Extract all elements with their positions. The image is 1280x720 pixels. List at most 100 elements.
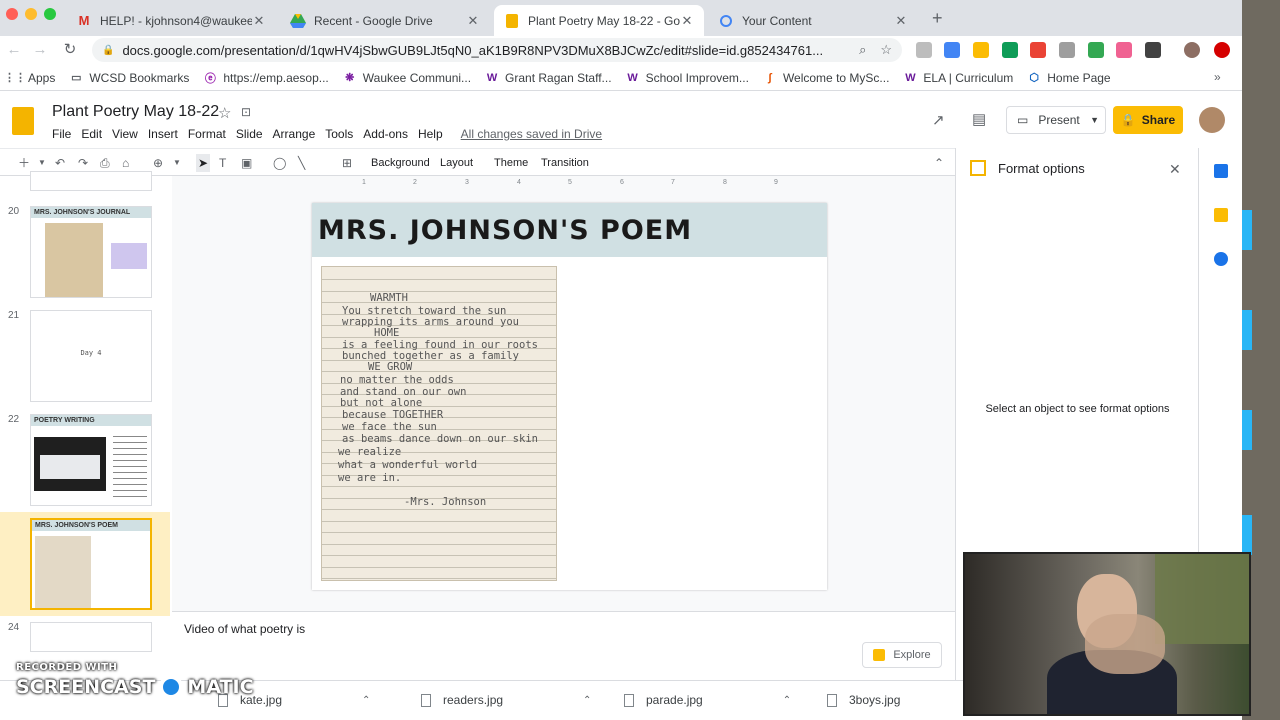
present-button[interactable]: ▭ Present ▼ (1006, 106, 1106, 134)
handwritten-poem-image[interactable]: WARMTH You stretch toward the sun wrappi… (321, 266, 557, 581)
line-icon[interactable]: ╲ (298, 154, 305, 172)
slide-thumbnail-selected[interactable]: MRS. JOHNSON'S POEM (30, 518, 152, 610)
collapse-chevron-up-icon[interactable]: ⌃ (934, 154, 944, 172)
menu-slide[interactable]: Slide (236, 127, 263, 141)
reload-icon[interactable]: ↻ (60, 40, 80, 60)
speaker-notes-text[interactable]: Video of what poetry is (184, 622, 305, 636)
menu-file[interactable]: File (52, 127, 71, 141)
chevron-up-icon[interactable]: ⌃ (583, 695, 591, 706)
download-item[interactable]: 3boys.jpg (827, 693, 900, 707)
chevron-up-icon[interactable]: ⌃ (362, 695, 370, 706)
bookmark-apps[interactable]: ⋮⋮ Apps (4, 71, 55, 85)
slide-thumbnail[interactable] (30, 171, 152, 191)
new-slide-icon[interactable]: ＋ (18, 154, 30, 172)
bookmarks-overflow-icon[interactable]: » (1214, 70, 1221, 84)
extension-green-icon[interactable] (1088, 42, 1104, 58)
current-slide[interactable]: MRS. JOHNSON'S POEM WARMTH You stretch t… (312, 203, 827, 590)
slide-thumbnail[interactable]: Day 4 (30, 310, 152, 402)
keep-icon[interactable] (1214, 208, 1228, 222)
menu-help[interactable]: Help (418, 127, 443, 141)
text-box-icon[interactable]: T (219, 154, 226, 172)
window-close-button[interactable] (6, 8, 18, 20)
extension-pink-icon[interactable] (1116, 42, 1132, 58)
layout-button[interactable]: Layout (440, 154, 473, 172)
menu-addons[interactable]: Add-ons (363, 127, 408, 141)
transition-button[interactable]: Transition (541, 154, 589, 172)
browser-tab-drive[interactable]: Recent - Google Drive ✕ (280, 5, 490, 36)
activity-trend-icon[interactable]: ↗ (932, 111, 945, 129)
tasks-icon[interactable] (1214, 252, 1228, 266)
window-minimize-button[interactable] (25, 8, 37, 20)
menu-tools[interactable]: Tools (325, 127, 353, 141)
image-icon[interactable]: ▣ (241, 154, 252, 172)
new-tab-button[interactable]: + (932, 8, 943, 29)
extension-docs-icon[interactable] (944, 42, 960, 58)
bookmark-star-icon[interactable]: ☆ (880, 42, 892, 58)
zoom-icon[interactable]: ⊕ (153, 154, 163, 172)
print-icon[interactable]: ⎙ (100, 154, 110, 172)
download-item[interactable]: parade.jpg ⌃ (624, 693, 791, 707)
forward-arrow-icon[interactable]: → (30, 40, 50, 60)
window-zoom-button[interactable] (44, 8, 56, 20)
bookmark-ela[interactable]: W ELA | Curriculum (903, 71, 1013, 85)
comments-icon[interactable]: ▤ (972, 110, 986, 128)
move-folder-icon[interactable]: ⊡ (241, 105, 251, 119)
extension-slides-icon[interactable] (973, 42, 989, 58)
star-icon[interactable]: ☆ (218, 104, 231, 122)
address-bar[interactable]: 🔒 docs.google.com/presentation/d/1qwHV4j… (92, 38, 902, 62)
menu-edit[interactable]: Edit (81, 127, 102, 141)
undo-icon[interactable]: ↶ (55, 154, 65, 172)
extension-send-icon[interactable] (1145, 42, 1161, 58)
profile-avatar[interactable] (1184, 42, 1200, 58)
menu-insert[interactable]: Insert (148, 127, 178, 141)
redo-icon[interactable]: ↷ (78, 154, 88, 172)
browser-tab-your-content[interactable]: Your Content ✕ (708, 5, 918, 36)
background-button[interactable]: Background (371, 154, 430, 172)
extension-grid-icon[interactable] (1059, 42, 1075, 58)
extension-sheets-icon[interactable] (1002, 42, 1018, 58)
close-tab-icon[interactable]: ✕ (252, 13, 266, 29)
theme-button[interactable]: Theme (494, 154, 528, 172)
bookmark-school-improvement[interactable]: W School Improvem... (626, 71, 749, 85)
bookmark-wcsd[interactable]: ▭ WCSD Bookmarks (69, 71, 189, 85)
slide-title[interactable]: MRS. JOHNSON'S POEM (318, 215, 692, 246)
shape-icon[interactable]: ◯ (273, 154, 286, 172)
close-tab-icon[interactable]: ✕ (466, 13, 480, 29)
bookmark-myschool[interactable]: ∫ Welcome to MySc... (763, 71, 889, 85)
calendar-icon[interactable] (1214, 164, 1228, 178)
bookmark-aesop[interactable]: ⓔ https://emp.aesop... (203, 71, 329, 85)
bookmark-grant-ragan[interactable]: W Grant Ragan Staff... (485, 71, 612, 85)
close-tab-icon[interactable]: ✕ (894, 13, 908, 29)
chevron-up-icon[interactable]: ⌃ (783, 695, 791, 706)
slide-thumbnail[interactable]: MRS. JOHNSON'S JOURNAL (30, 206, 152, 298)
user-avatar[interactable] (1199, 107, 1225, 133)
bookmark-waukee[interactable]: ❋ Waukee Communi... (343, 71, 471, 85)
slide-thumbnail[interactable]: POETRY WRITING (30, 414, 152, 506)
extension-k-icon[interactable] (916, 42, 932, 58)
chevron-down-icon[interactable]: ▼ (38, 154, 46, 172)
zoom-icon[interactable]: ⌕ (859, 42, 866, 58)
back-arrow-icon[interactable]: ← (4, 40, 24, 60)
save-status[interactable]: All changes saved in Drive (461, 127, 602, 141)
add-comment-icon[interactable]: ⊞ (342, 154, 352, 172)
chevron-down-icon[interactable]: ▼ (173, 154, 181, 172)
extension-red-icon[interactable] (1214, 42, 1230, 58)
slide-thumbnail[interactable] (30, 622, 152, 652)
share-button[interactable]: 🔒 Share (1113, 106, 1183, 134)
menu-view[interactable]: View (112, 127, 138, 141)
speaker-notes[interactable]: Video of what poetry is Explore (172, 611, 955, 680)
close-tab-icon[interactable]: ✕ (680, 13, 694, 29)
browser-tab-slides[interactable]: Plant Poetry May 18-22 - Goog ✕ (494, 5, 704, 36)
menu-arrange[interactable]: Arrange (273, 127, 316, 141)
explore-button[interactable]: Explore (862, 642, 942, 668)
download-item[interactable]: readers.jpg ⌃ (421, 693, 591, 707)
extension-photos-icon[interactable] (1030, 42, 1046, 58)
close-icon[interactable]: ✕ (1169, 161, 1181, 178)
document-title[interactable]: Plant Poetry May 18-22 (52, 103, 219, 121)
select-cursor-icon[interactable]: ➤ (196, 154, 210, 172)
browser-tab-gmail[interactable]: M HELP! - kjohnson4@waukeesch ✕ (66, 5, 276, 36)
slides-logo-icon[interactable] (12, 107, 34, 135)
chevron-down-icon[interactable]: ▼ (1090, 115, 1099, 125)
paint-format-icon[interactable]: ⌂ (122, 154, 129, 172)
bookmark-home-page[interactable]: ⬡ Home Page (1027, 71, 1110, 85)
